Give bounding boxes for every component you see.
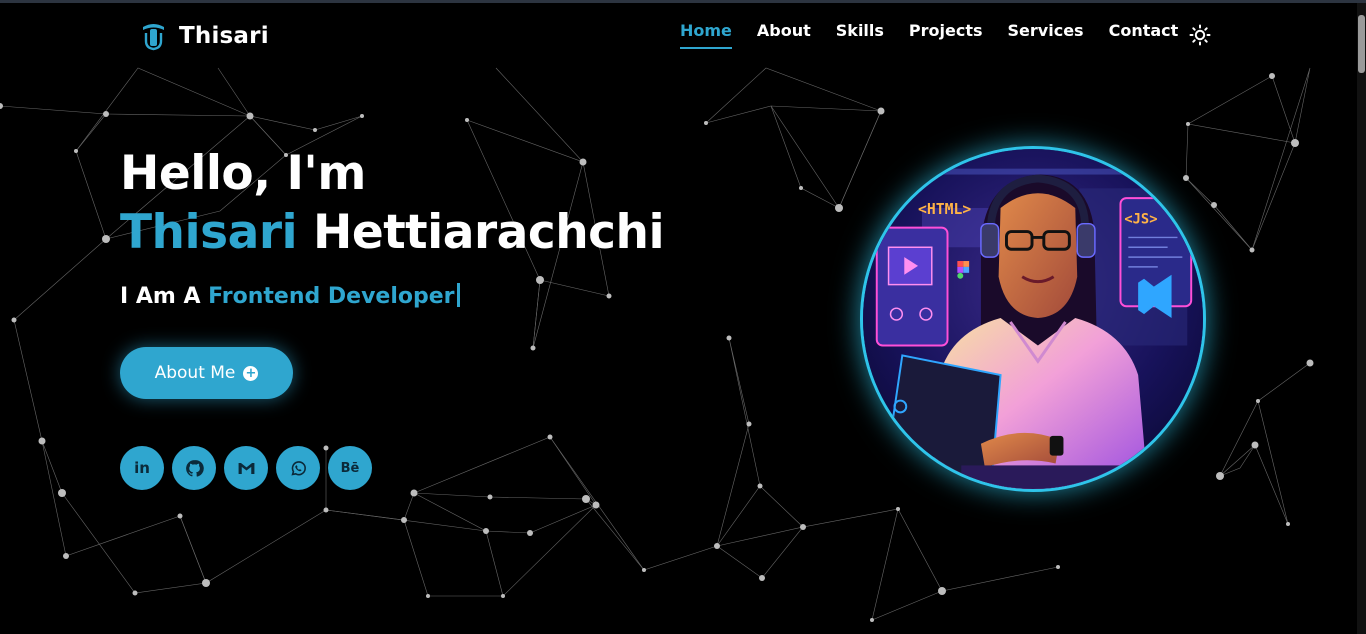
t-logo-icon	[143, 24, 164, 51]
social-links: in Bē	[120, 446, 372, 490]
hero-greeting: Hello, I'm	[120, 146, 366, 201]
nav-skills[interactable]: Skills	[836, 21, 884, 49]
role-prefix: I Am A	[120, 284, 201, 309]
whatsapp-glyph	[290, 460, 306, 475]
gmail-glyph	[238, 462, 254, 474]
html-tag-label: <HTML>	[918, 201, 971, 218]
brand-logo[interactable]: Thisari	[140, 21, 269, 51]
role-typed-text: Frontend Developer	[208, 284, 455, 309]
nav-projects[interactable]: Projects	[909, 21, 983, 49]
behance-icon[interactable]: Bē	[328, 446, 372, 490]
developer-illustration: <HTML> <JS>	[863, 149, 1203, 489]
nav-contact[interactable]: Contact	[1109, 21, 1179, 49]
github-glyph	[185, 459, 204, 477]
plus-circle-icon: +	[243, 365, 259, 381]
sun-icon[interactable]	[1188, 23, 1212, 47]
page-scrollbar[interactable]	[1357, 3, 1366, 634]
navbar: Thisari Home About Skills Projects Servi…	[0, 3, 1357, 65]
behance-label: Bē	[340, 460, 360, 476]
typing-caret	[456, 283, 460, 307]
hero-first-name: Thisari	[120, 205, 298, 260]
brand-name: Thisari	[179, 23, 269, 49]
about-me-label: About Me	[154, 363, 236, 383]
linkedin-icon[interactable]: in	[120, 446, 164, 490]
whatsapp-icon[interactable]	[276, 446, 320, 490]
js-tag-label: <JS>	[1124, 212, 1157, 228]
nav-home[interactable]: Home	[680, 21, 732, 49]
profile-avatar: <HTML> <JS>	[860, 146, 1206, 492]
hero-last-name: Hettiarachchi	[313, 205, 665, 260]
main-nav: Home About Skills Projects Services Cont…	[680, 21, 1203, 49]
about-me-button[interactable]: About Me +	[120, 347, 293, 399]
hero-name: Thisari Hettiarachchi	[120, 205, 665, 261]
linkedin-label: in	[134, 459, 150, 477]
scrollbar-thumb[interactable]	[1358, 15, 1365, 73]
gmail-icon[interactable]	[224, 446, 268, 490]
nav-about[interactable]: About	[757, 21, 811, 49]
hero-role-line: I Am A Frontend Developer	[120, 283, 460, 309]
github-icon[interactable]	[172, 446, 216, 490]
nav-services[interactable]: Services	[1008, 21, 1084, 49]
